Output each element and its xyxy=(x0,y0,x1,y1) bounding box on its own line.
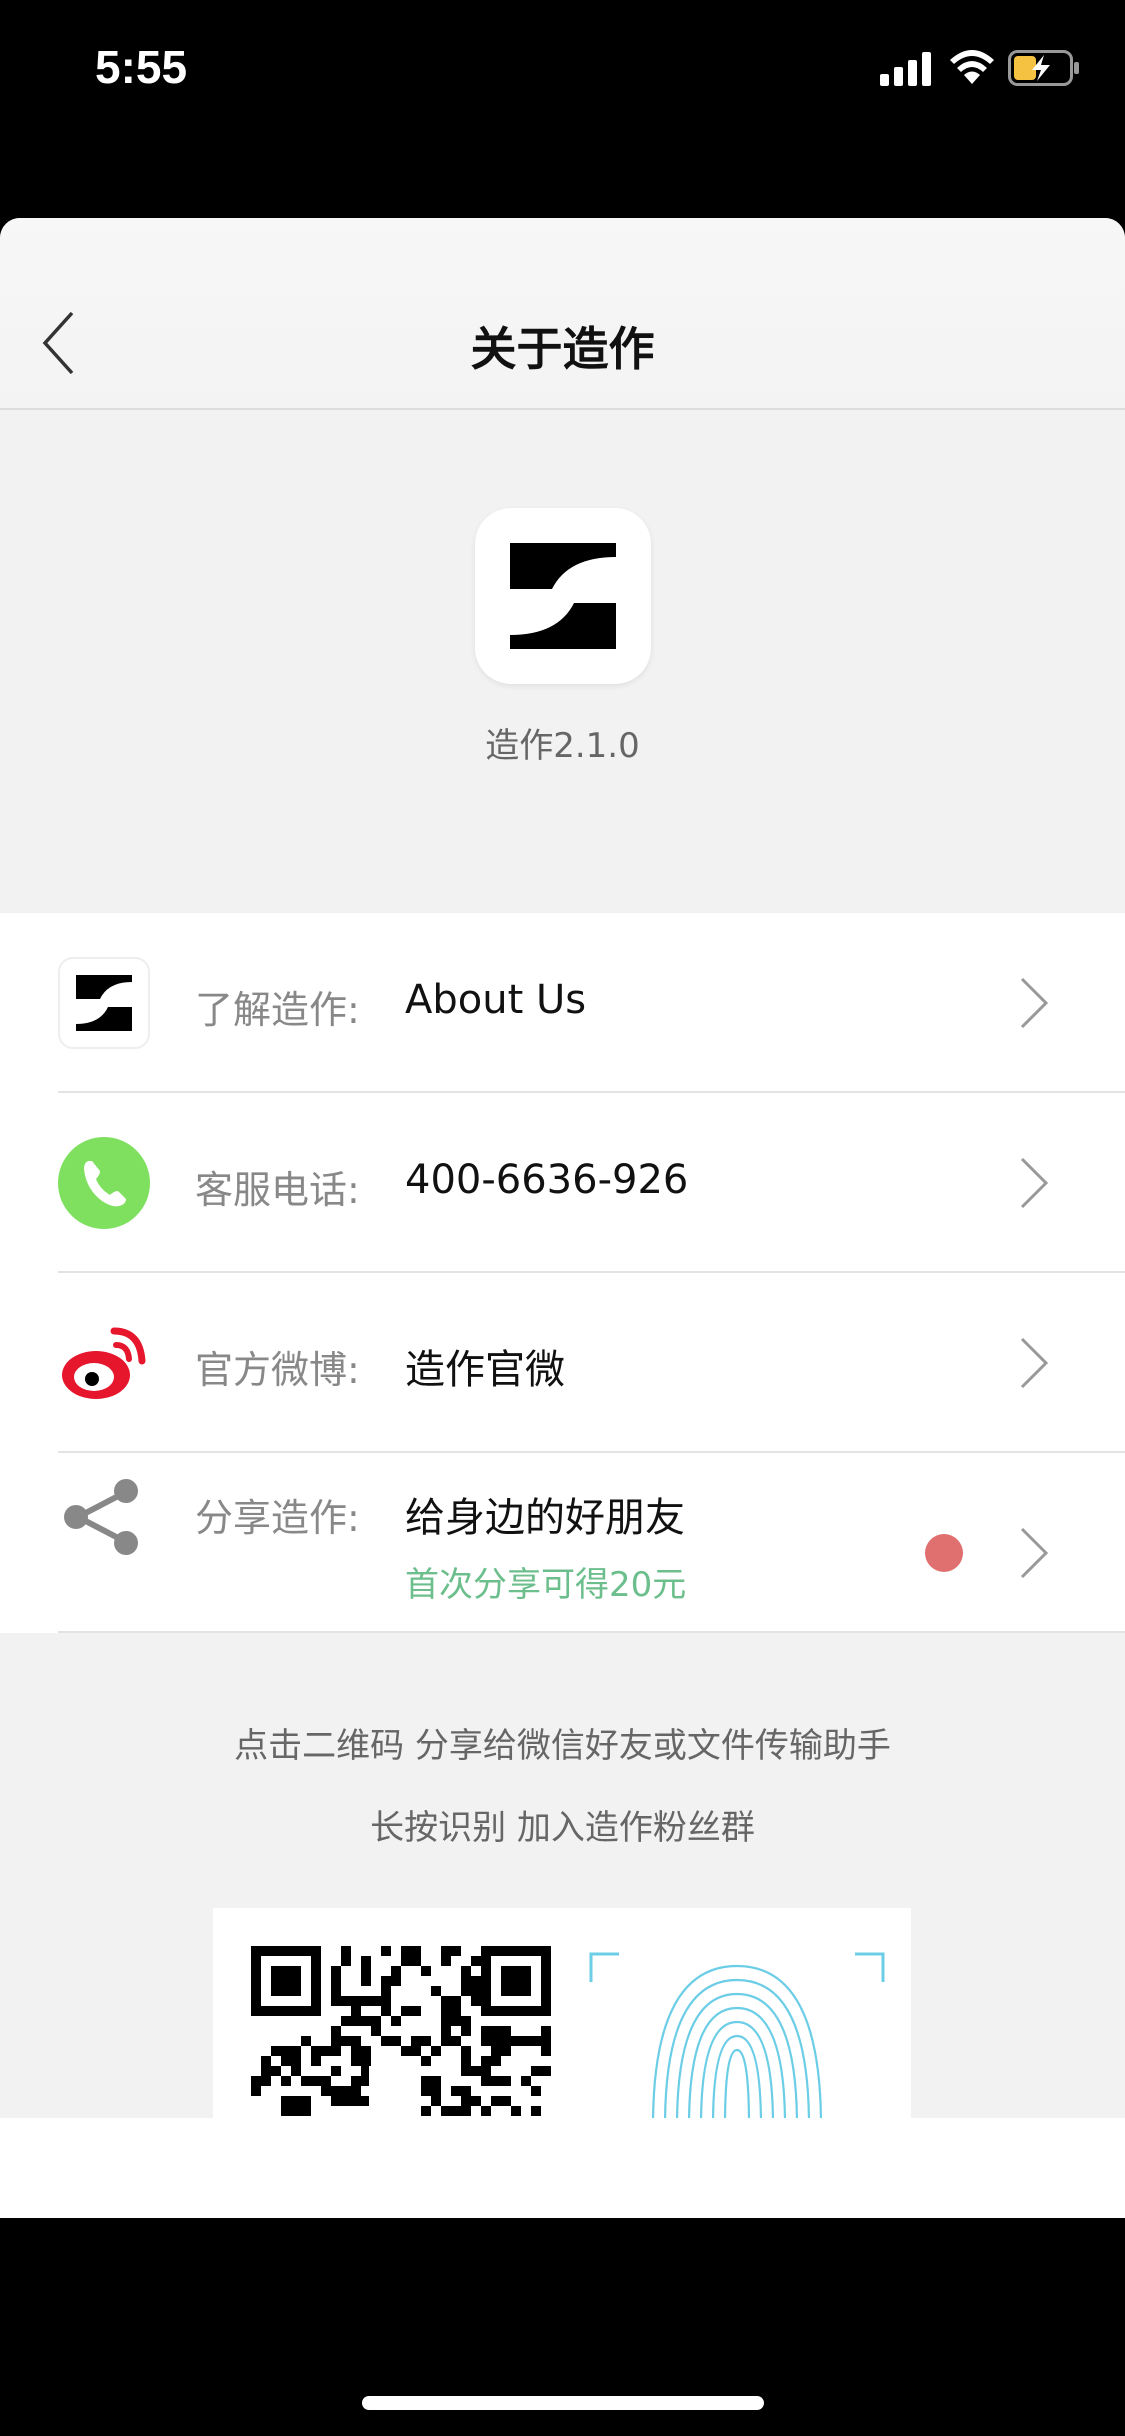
bottom-area xyxy=(0,2118,1125,2218)
zaozuo-logo-icon xyxy=(510,543,616,649)
chevron-right-icon xyxy=(1020,1157,1049,1209)
list-item-share[interactable]: 分享造作: 给身边的好朋友 首次分享可得20元 xyxy=(0,1453,1125,1633)
chevron-right-icon xyxy=(1020,1527,1049,1579)
app-version: 造作2.1.0 xyxy=(485,726,640,766)
row-label: 分享造作: xyxy=(195,1496,360,1540)
row-value: 400-6636-926 xyxy=(405,1157,689,1203)
status-bar: 5:55 xyxy=(0,0,1125,140)
divider xyxy=(58,1631,1125,1633)
share-icon xyxy=(64,1479,138,1555)
wifi-icon xyxy=(950,50,994,84)
app-logo xyxy=(475,508,651,684)
row-value: About Us xyxy=(405,977,587,1023)
status-time: 5:55 xyxy=(95,41,188,93)
qr-code[interactable] xyxy=(251,1946,551,2118)
battery-charging-icon xyxy=(1008,50,1079,86)
qr-hint-join: 长按识别 加入造作粉丝群 xyxy=(370,1808,755,1848)
chevron-right-icon xyxy=(1020,977,1049,1029)
list-item-about-us[interactable]: 了解造作: About Us xyxy=(0,913,1125,1093)
row-value: 造作官微 xyxy=(405,1347,565,1393)
info-list: 了解造作: About Us 客服电话: 400-6636-926 官方微博: … xyxy=(0,913,1125,1633)
row-label: 官方微博: xyxy=(195,1348,360,1392)
row-label: 了解造作: xyxy=(195,988,360,1032)
zaozuo-logo-icon xyxy=(58,957,150,1049)
fingerprint-icon[interactable] xyxy=(583,1946,903,2118)
navigation-bar: 关于造作 xyxy=(0,218,1125,410)
home-indicator[interactable] xyxy=(362,2396,764,2410)
weibo-icon xyxy=(62,1327,146,1399)
row-value: 给身边的好朋友 xyxy=(405,1495,685,1541)
phone-icon xyxy=(58,1137,150,1229)
qr-panel xyxy=(213,1908,911,2118)
qr-hint-share: 点击二维码 分享给微信好友或文件传输助手 xyxy=(234,1726,891,1766)
page-title: 关于造作 xyxy=(470,322,655,376)
about-page: 关于造作 造作2.1.0 了解造作: About Us 客服电话: 400-66… xyxy=(0,218,1125,2218)
share-reward-text: 首次分享可得20元 xyxy=(405,1565,687,1605)
chevron-right-icon xyxy=(1020,1337,1049,1389)
list-item-customer-service-phone[interactable]: 客服电话: 400-6636-926 xyxy=(0,1093,1125,1273)
cellular-signal-icon xyxy=(880,52,931,86)
notification-dot xyxy=(925,1534,963,1572)
list-item-official-weibo[interactable]: 官方微博: 造作官微 xyxy=(0,1273,1125,1453)
row-label: 客服电话: xyxy=(195,1168,360,1212)
